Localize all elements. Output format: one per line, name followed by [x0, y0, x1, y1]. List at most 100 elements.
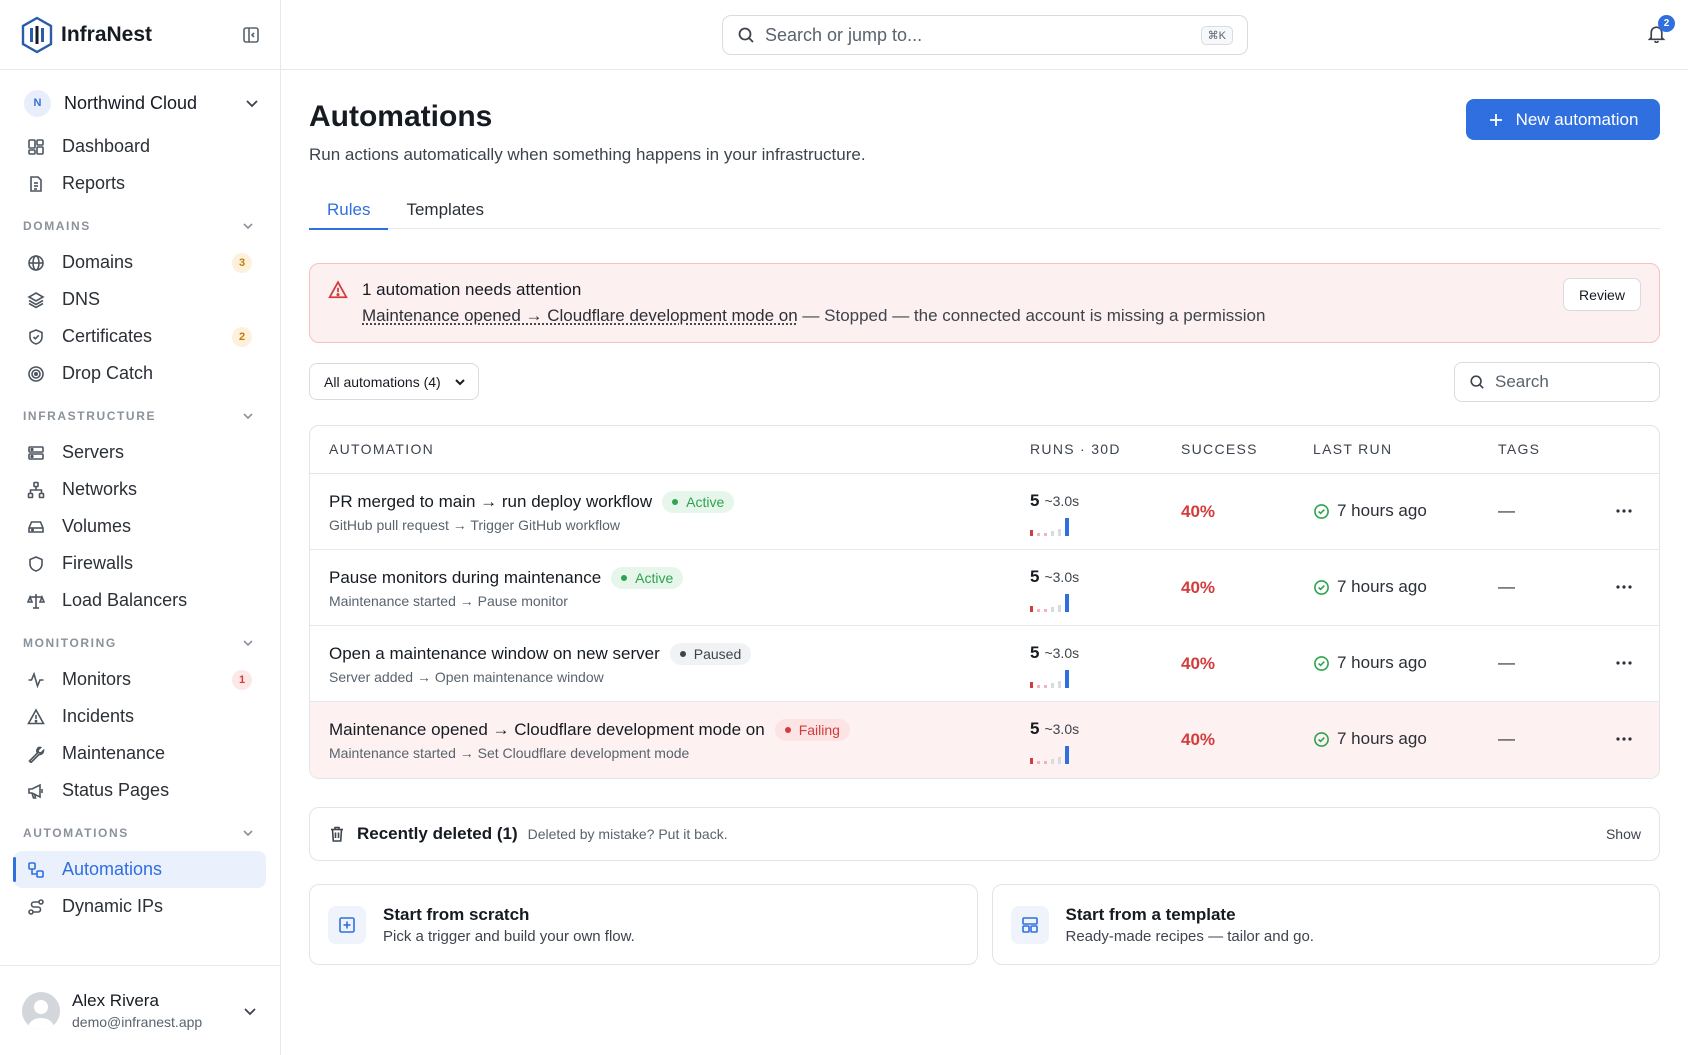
sidebar-item-dns[interactable]: DNS — [14, 281, 266, 318]
count-badge: 2 — [232, 326, 252, 347]
sidebar-item-networks[interactable]: Networks — [14, 471, 266, 508]
sidebar-item-label: DNS — [62, 289, 101, 309]
section-domains[interactable]: DOMAINS — [14, 202, 266, 244]
check-circle-icon — [1313, 655, 1330, 672]
recently-deleted-title: Recently deleted (1) — [357, 824, 518, 843]
sidebar-item-servers[interactable]: Servers — [14, 434, 266, 471]
more-options-icon[interactable] — [1615, 502, 1633, 520]
sidebar-collapse-icon[interactable] — [242, 26, 260, 44]
org-switcher[interactable]: N Northwind Cloud — [24, 88, 260, 118]
section-automations[interactable]: AUTOMATIONS — [14, 809, 266, 851]
search-placeholder: Search — [1495, 372, 1549, 391]
column-success[interactable]: SUCCESS — [1181, 441, 1258, 457]
automation-name[interactable]: Open a maintenance window on new server — [329, 644, 660, 664]
notifications-button[interactable]: 2 — [1647, 15, 1675, 43]
runs-duration: ~3.0s — [1044, 645, 1080, 661]
brand: InfraNest — [0, 0, 280, 70]
alert-description: Maintenance opened → Cloudflare developm… — [362, 306, 1265, 326]
sidebar-item-label: Drop Catch — [62, 363, 154, 383]
status-badge: Active — [662, 491, 735, 513]
avatar — [22, 991, 60, 1030]
sidebar-item-status-pages[interactable]: Status Pages — [14, 772, 266, 809]
status-badge: Paused — [669, 643, 752, 665]
automations-table: AUTOMATION RUNS · 30D SUCCESS LAST RUN T… — [309, 425, 1660, 779]
sidebar-nav: Dashboard Reports DOMAINS Domains 3 DNS … — [0, 128, 280, 925]
scale-icon — [26, 591, 46, 611]
table-row[interactable]: Open a maintenance window on new server P… — [310, 626, 1659, 702]
runs-count: 5 — [1030, 719, 1040, 738]
column-last-run[interactable]: LAST RUN — [1313, 441, 1392, 457]
table-search-input[interactable]: Search — [1454, 362, 1660, 402]
tab-templates[interactable]: Templates — [388, 190, 501, 229]
route-icon — [26, 897, 46, 917]
start-from-scratch-card[interactable]: Start from scratch Pick a trigger and bu… — [309, 884, 978, 965]
automation-name[interactable]: PR merged to main → run deploy workflow — [329, 492, 652, 512]
sidebar-item-certificates[interactable]: Certificates 2 — [14, 318, 266, 355]
card-title: Start from a template — [1065, 904, 1236, 924]
sidebar-item-automations[interactable]: Automations — [13, 851, 266, 888]
alert-title: 1 automation needs attention — [362, 280, 582, 299]
sidebar-item-drop-catch[interactable]: Drop Catch — [14, 355, 266, 392]
sidebar-item-label: Dynamic IPs — [62, 896, 164, 916]
sidebar-item-label: Volumes — [62, 516, 132, 536]
success-rate: 40% — [1181, 654, 1216, 673]
global-search-input[interactable]: Search or jump to... ⌘K — [722, 15, 1248, 55]
table-row[interactable]: Maintenance opened → Cloudflare developm… — [310, 702, 1659, 778]
review-button[interactable]: Review — [1563, 278, 1641, 311]
runs-sparkline — [1030, 746, 1069, 764]
sidebar-item-incidents[interactable]: Incidents — [14, 698, 266, 735]
automation-name[interactable]: Pause monitors during maintenance — [329, 568, 601, 588]
network-icon — [26, 480, 46, 500]
hard-drive-icon — [26, 517, 46, 537]
show-deleted-button[interactable]: Show — [1606, 826, 1641, 842]
column-runs[interactable]: RUNS · 30D — [1030, 441, 1121, 457]
tab-rules[interactable]: Rules — [309, 190, 389, 230]
table-row[interactable]: Pause monitors during maintenance Active … — [310, 550, 1659, 626]
start-options: Start from scratch Pick a trigger and bu… — [309, 884, 1660, 965]
chevron-down-icon — [242, 220, 254, 232]
sidebar-item-load-balancers[interactable]: Load Balancers — [14, 582, 266, 619]
automation-name[interactable]: Maintenance opened → Cloudflare developm… — [329, 720, 765, 740]
new-automation-button[interactable]: New automation — [1466, 99, 1660, 140]
sidebar-item-label: Reports — [62, 173, 126, 193]
sidebar-item-label: Status Pages — [62, 780, 170, 800]
automation-filter-select[interactable]: All automations (4) — [309, 363, 479, 400]
start-from-template-card[interactable]: Start from a template Ready-made recipes… — [991, 884, 1660, 965]
runs-count: 5 — [1030, 567, 1040, 586]
last-run-time: 7 hours ago — [1337, 501, 1427, 520]
globe-icon — [26, 253, 46, 273]
reports-icon — [26, 174, 46, 194]
sidebar: InfraNest N Northwind Cloud Dashboard Re… — [0, 0, 281, 1055]
user-menu[interactable]: Alex Rivera demo@infranest.app — [0, 965, 280, 1055]
more-options-icon[interactable] — [1615, 654, 1633, 672]
alert-automation-link[interactable]: Maintenance opened → Cloudflare developm… — [362, 306, 798, 325]
success-rate: 40% — [1181, 730, 1216, 749]
runs-sparkline — [1030, 670, 1069, 688]
more-options-icon[interactable] — [1615, 578, 1633, 596]
topbar: Search or jump to... ⌘K 2 — [281, 0, 1688, 70]
sidebar-item-firewalls[interactable]: Firewalls — [14, 545, 266, 582]
runs-count: 5 — [1030, 643, 1040, 662]
table-row[interactable]: PR merged to main → run deploy workflow A… — [310, 474, 1659, 550]
notification-count-badge: 2 — [1658, 15, 1675, 32]
sidebar-item-domains[interactable]: Domains 3 — [14, 244, 266, 281]
count-badge: 1 — [232, 669, 252, 690]
section-monitoring[interactable]: MONITORING — [14, 619, 266, 661]
count-badge: 3 — [232, 252, 252, 273]
page-title: Automations — [309, 100, 493, 133]
sidebar-item-maintenance[interactable]: Maintenance — [14, 735, 266, 772]
sidebar-item-dynamic-ips[interactable]: Dynamic IPs — [14, 888, 266, 925]
section-infrastructure[interactable]: INFRASTRUCTURE — [14, 392, 266, 434]
column-automation[interactable]: AUTOMATION — [329, 441, 434, 457]
tabs: Rules Templates — [309, 190, 1660, 230]
automation-trigger: Server added → Open maintenance window — [329, 669, 604, 685]
sidebar-item-dashboard[interactable]: Dashboard — [14, 128, 266, 165]
workflow-icon — [26, 860, 46, 880]
user-email: demo@infranest.app — [72, 1014, 203, 1030]
infranest-logo-icon[interactable] — [20, 16, 54, 54]
more-options-icon[interactable] — [1615, 730, 1633, 748]
column-tags[interactable]: TAGS — [1498, 441, 1540, 457]
sidebar-item-volumes[interactable]: Volumes — [14, 508, 266, 545]
sidebar-item-monitors[interactable]: Monitors 1 — [14, 661, 266, 698]
sidebar-item-reports[interactable]: Reports — [14, 165, 266, 202]
